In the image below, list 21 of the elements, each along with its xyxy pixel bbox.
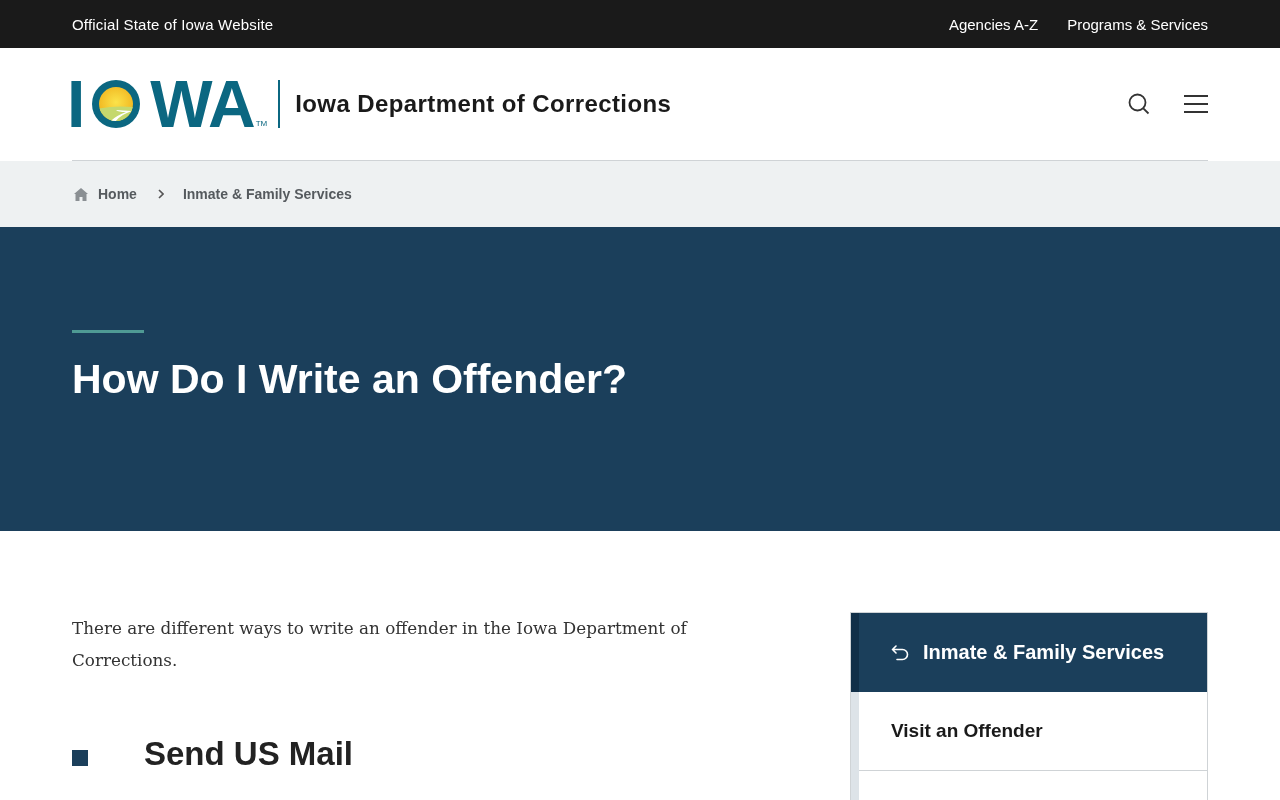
logo-letters: WA xyxy=(150,80,255,128)
menu-icon[interactable] xyxy=(1184,95,1208,113)
chevron-right-icon xyxy=(157,189,164,199)
official-site-label: Official State of Iowa Website xyxy=(72,15,274,33)
section-heading: Send US Mail xyxy=(144,734,354,774)
square-bullet-icon xyxy=(72,750,88,766)
intro-paragraph: There are different ways to write an offender in the Iowa Department of Corrections. xyxy=(72,617,689,672)
page-title: How Do I Write an Offender? xyxy=(72,355,628,404)
top-nav-link[interactable]: Agencies A-Z xyxy=(948,15,1039,33)
side-nav-link[interactable]: Visit an Offender xyxy=(859,692,1207,771)
return-arrow-icon xyxy=(891,644,909,661)
sun-disc-logo-icon xyxy=(92,80,141,128)
home-icon xyxy=(74,187,88,201)
side-nav-parent-link[interactable]: Inmate & Family Services xyxy=(851,613,1207,692)
top-nav-link[interactable]: Programs & Services xyxy=(1067,15,1208,33)
logo-letter: I xyxy=(67,80,85,128)
breadcrumb-link[interactable]: Inmate & Family Services xyxy=(182,186,352,202)
trademark-mark: TM xyxy=(255,120,268,128)
breadcrumb-link[interactable]: Home xyxy=(98,186,137,202)
search-icon[interactable] xyxy=(1128,93,1150,115)
site-title: Iowa Department of Corrections xyxy=(295,90,672,118)
